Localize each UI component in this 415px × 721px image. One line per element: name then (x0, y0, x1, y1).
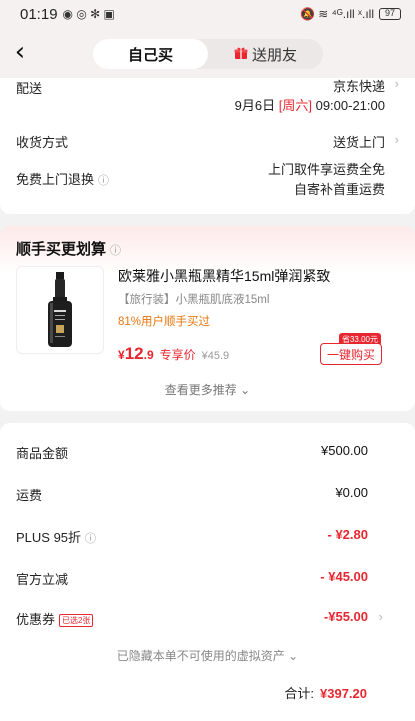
delivery-time: 9月6日 [周六] 09:00-21:00 (235, 95, 385, 114)
purchase-mode-toggle: 自己买 送朋友 (93, 39, 323, 69)
exclusive-price-label: 专享价 (159, 348, 196, 362)
battery-icon: 97 (379, 8, 401, 20)
back-button[interactable]: ‹ (6, 37, 34, 69)
info-icon[interactable]: ⓘ (98, 175, 109, 187)
info-icon[interactable]: ⓘ (85, 533, 96, 545)
info-icon[interactable]: ⓘ (110, 245, 121, 257)
gift-icon (234, 46, 248, 63)
free-return-label-text: 免费上门退换 (16, 172, 95, 187)
status-bar: 01:19 ◉ ◎ ✻ ▣ 🔕 ≋ ⁴ᴳ.ıll ˣ.ıll 97 (0, 0, 415, 28)
coupon-count-badge: 已选2张 (59, 614, 94, 628)
receive-method-row[interactable]: 收货方式 送货上门 › (16, 132, 399, 152)
official-discount-value: - ¥45.00 (320, 569, 368, 584)
recommend-title-text: 顺手买更划算 (16, 241, 107, 258)
price-integer: 12 (124, 344, 144, 363)
delivery-weekday: [周六] (278, 98, 312, 113)
delivery-label: 配送 (16, 81, 43, 96)
chevron-right-icon: › (394, 76, 399, 91)
product-spec: 【旅行装】小黑瓶肌底液15ml (118, 294, 270, 306)
receive-method-value: 送货上门 (332, 135, 385, 150)
goods-amount-label: 商品金额 (16, 446, 69, 461)
plus-discount-label-text: PLUS 95折 (16, 530, 82, 545)
free-return-line1: 上门取件享运费全免 (267, 162, 385, 177)
coupon-value: -¥55.00 (323, 609, 368, 624)
total-label: 合计: (284, 686, 314, 701)
chevron-right-icon: › (378, 609, 383, 624)
status-notification-icons: ◉ ◎ ✻ ▣ (62, 7, 115, 21)
status-right: 🔕 ≋ ⁴ᴳ.ıll ˣ.ıll 97 (300, 7, 401, 21)
chevron-right-icon: › (394, 132, 399, 147)
tab-self-buy-label: 自己买 (127, 46, 173, 64)
receive-method-label: 收货方式 (16, 135, 69, 150)
hidden-assets-toggle[interactable]: 已隐藏本单不可使用的虚拟资产 ⌄ (0, 647, 415, 664)
status-time: 01:19 (20, 5, 58, 23)
recommend-title: 顺手买更划算 ⓘ (16, 238, 121, 259)
tab-gift-friend[interactable]: 送朋友 (208, 39, 323, 69)
product-price: ¥12.9 (118, 344, 154, 364)
status-left: 01:19 ◉ ◎ ✻ ▣ (20, 6, 115, 23)
plus-discount-row: PLUS 95折 ⓘ - ¥2.80 (16, 527, 415, 547)
coupon-label: 优惠券 已选2张 (16, 609, 94, 628)
product-name[interactable]: 欧莱雅小黑瓶黑精华15ml弹润紧致 (118, 266, 330, 286)
more-recommendations-link[interactable]: 查看更多推荐 ⌄ (0, 381, 415, 398)
plus-discount-value: - ¥2.80 (327, 527, 368, 542)
one-click-buy-button[interactable]: 一键购买 (320, 343, 382, 365)
price-summary-card: 商品金额 ¥500.00 运费 ¥0.00 PLUS 95折 ⓘ - ¥2.80 … (0, 423, 415, 721)
delivery-carrier: 京东快递 (332, 79, 385, 94)
coupon-label-text: 优惠券 (16, 612, 56, 627)
plus-discount-label: PLUS 95折 ⓘ (16, 527, 96, 546)
shipping-row: 运费 ¥0.00 (16, 485, 415, 505)
product-price-row: ¥12.9 专享价 ¥45.9 (118, 344, 229, 364)
coupon-row[interactable]: 优惠券 已选2张 -¥55.00 › (16, 609, 415, 629)
original-price: ¥45.9 (201, 350, 230, 362)
delivery-card: 配送 京东快递 › 9月6日 [周六] 09:00-21:00 收货方式 送货上… (0, 76, 415, 214)
shipping-value: ¥0.00 (335, 485, 368, 500)
shipping-label: 运费 (16, 488, 43, 503)
product-popularity: 81%用户顺手买过 (118, 316, 211, 328)
nav-bar: ‹ 自己买 送朋友 (0, 28, 415, 78)
price-currency: ¥ (118, 348, 125, 362)
recommend-card: 顺手买更划算 ⓘ 欧莱雅小黑瓶黑精华15ml弹润紧致 【旅行装】小黑瓶肌底液15m… (0, 226, 415, 411)
delivery-date: 9月6日 (234, 98, 276, 113)
free-return-row: 免费上门退换 ⓘ 上门取件享运费全免 自寄补首重运费 (16, 159, 399, 199)
official-discount-row: 官方立减 - ¥45.00 (16, 569, 415, 589)
goods-amount-value: ¥500.00 (321, 443, 368, 458)
price-decimal: .9 (143, 348, 154, 362)
delivery-row[interactable]: 配送 京东快递 › 9月6日 [周六] 09:00-21:00 (16, 76, 399, 116)
tab-self-buy[interactable]: 自己买 (93, 39, 208, 69)
free-return-label: 免费上门退换 ⓘ (16, 169, 109, 188)
goods-amount-row: 商品金额 ¥500.00 (16, 443, 415, 463)
delivery-time-range: 09:00-21:00 (315, 98, 385, 113)
official-discount-label: 官方立减 (16, 572, 69, 587)
free-return-line2: 自寄补首重运费 (293, 182, 385, 197)
product-image[interactable] (16, 266, 104, 354)
tab-gift-friend-label: 送朋友 (251, 46, 297, 64)
signal-icons: 🔕 ≋ ⁴ᴳ.ıll ˣ.ıll (299, 7, 374, 21)
order-total: 合计: ¥397.20 (284, 683, 367, 702)
total-value: ¥397.20 (320, 686, 367, 701)
serum-bottle-icon (48, 272, 72, 347)
